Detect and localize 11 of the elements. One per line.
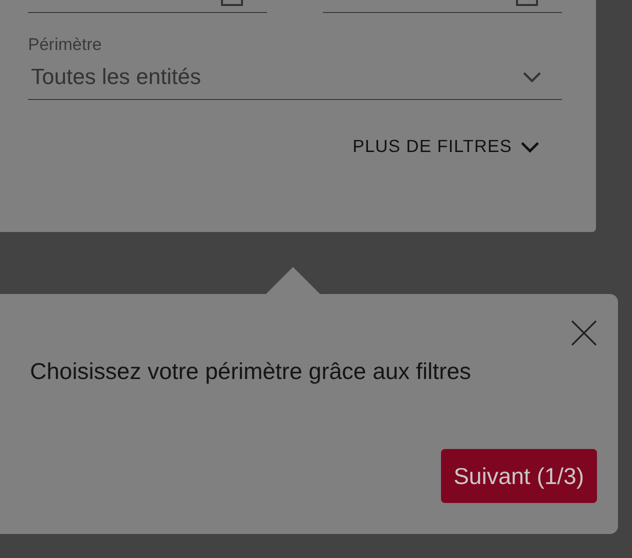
- date-field[interactable]: [323, 0, 562, 13]
- popover-message: Choisissez votre périmètre grâce aux filtres: [30, 358, 472, 385]
- close-icon: [571, 320, 597, 346]
- field-label: Périmètre: [28, 35, 103, 55]
- more-filters-button[interactable]: PLUS DE FILTRES: [352, 136, 540, 157]
- chevron-down-icon: [520, 140, 540, 152]
- close-button[interactable]: [571, 320, 597, 346]
- date-field[interactable]: [28, 0, 267, 13]
- next-button[interactable]: Suivant (1/3): [440, 449, 597, 503]
- perimeter-select[interactable]: Toutes les entités: [28, 55, 562, 100]
- chevron-down-icon: [522, 71, 542, 83]
